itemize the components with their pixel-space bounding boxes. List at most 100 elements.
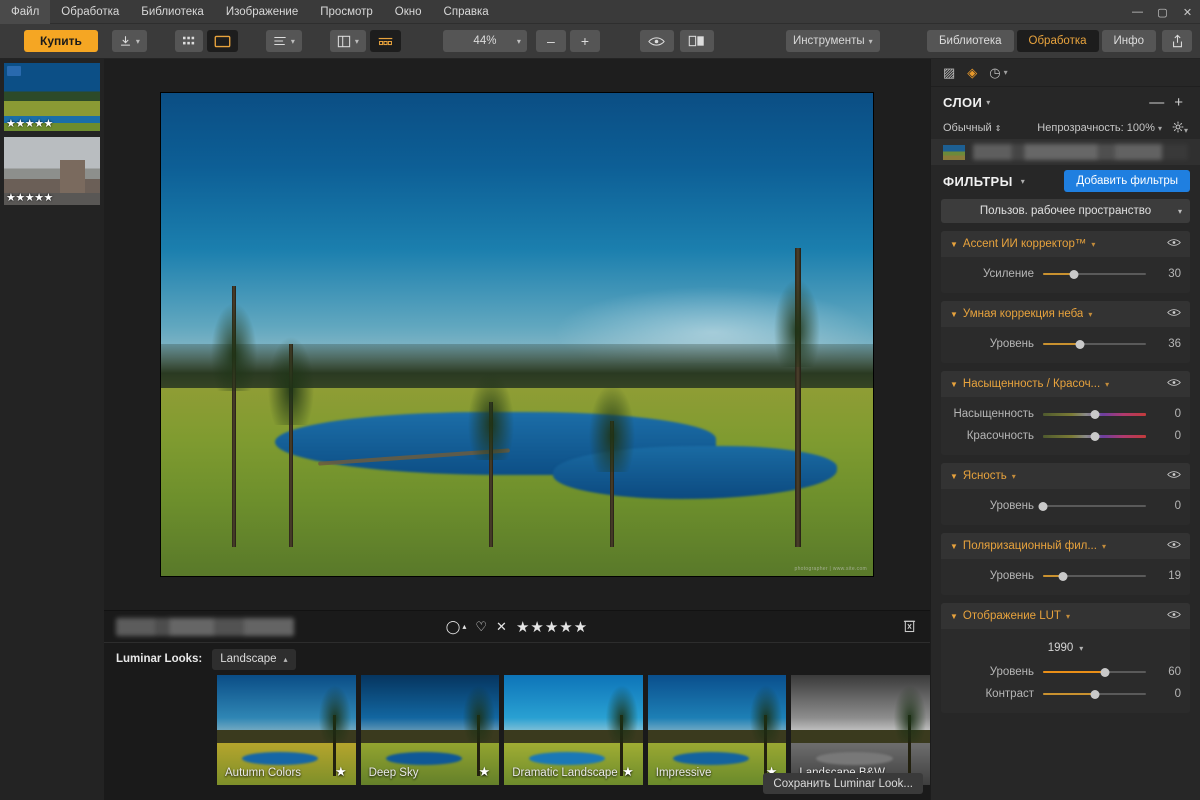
minimize-button[interactable]: — (1125, 0, 1150, 24)
slider-handle[interactable] (1069, 269, 1079, 279)
chevron-down-icon[interactable]: ▾ (986, 98, 990, 107)
tab-0[interactable]: Библиотека (926, 30, 1014, 52)
looks-category-select[interactable]: Landscape ▴ (212, 648, 296, 670)
slider-row-3-0[interactable]: Уровень 0 (950, 495, 1181, 517)
filmstrip-panel[interactable]: ★★★★★ ★★★★★ (0, 59, 104, 800)
filmstrip-button[interactable] (369, 30, 401, 52)
slider-track[interactable] (1043, 268, 1146, 280)
slider-handle[interactable] (1075, 339, 1085, 349)
disclosure-triangle-icon[interactable]: ▼ (950, 612, 958, 621)
tab-2[interactable]: Инфо (1101, 30, 1156, 52)
slider-handle[interactable] (1038, 501, 1048, 511)
slider-handle[interactable] (1090, 409, 1099, 419)
filter-visibility-icon[interactable] (1167, 540, 1181, 552)
slider-track[interactable] (1043, 688, 1146, 700)
filter-visibility-icon[interactable] (1167, 238, 1181, 250)
chevron-down-icon[interactable]: ▾ (1102, 542, 1106, 551)
slider-row-2-1[interactable]: Красочность 0 (950, 425, 1181, 447)
look-item-3[interactable]: Impressive ★ (647, 675, 787, 785)
grid-view-button[interactable] (174, 30, 203, 52)
disclosure-triangle-icon[interactable]: ▼ (950, 472, 958, 481)
chevron-down-icon[interactable]: ▾ (1091, 240, 1095, 249)
slider-handle[interactable] (1090, 431, 1099, 441)
menu-item-3[interactable]: Изображение (215, 0, 309, 24)
slider-row-0-0[interactable]: Усиление 30 (950, 263, 1181, 285)
photo-preview[interactable]: photographer | www.site.com (161, 93, 873, 576)
layers-icon[interactable]: ◈ (967, 65, 977, 81)
filter-visibility-icon[interactable] (1167, 610, 1181, 622)
slider-handle[interactable] (1100, 667, 1110, 677)
filter-visibility-icon[interactable] (1167, 470, 1181, 482)
zoom-in-button[interactable]: + (569, 30, 600, 52)
looks-thumbnail-row[interactable]: Autumn Colors ★ Deep Sky ★ Dramatic Landscap… (104, 675, 930, 785)
slider-track[interactable] (1043, 408, 1146, 420)
disclosure-triangle-icon[interactable]: ▼ (950, 380, 958, 389)
slider-row-1-0[interactable]: Уровень 36 (950, 333, 1181, 355)
tab-1[interactable]: Обработка (1016, 30, 1099, 52)
look-favorite-icon[interactable]: ★ (335, 764, 347, 780)
slider-row-4-0[interactable]: Уровень 19 (950, 565, 1181, 587)
slider-row-2-0[interactable]: Насыщенность 0 (950, 403, 1181, 425)
export-button[interactable]: ▾ (111, 30, 147, 52)
image-canvas[interactable]: photographer | www.site.com (104, 59, 930, 610)
close-button[interactable]: ✕ (1175, 0, 1200, 24)
layer-settings-button[interactable]: ▾ (1172, 121, 1188, 136)
look-item-4[interactable]: Landscape B&W (791, 675, 930, 785)
filter-header-4[interactable]: ▼ Поляризационный фил... ▾ (941, 533, 1190, 559)
flag-caret-icon[interactable]: ▴ (462, 622, 466, 631)
filter-header-5[interactable]: ▼ Отображение LUT ▾ (941, 603, 1190, 629)
look-favorite-icon[interactable]: ★ (622, 764, 634, 780)
filter-header-1[interactable]: ▼ Умная коррекция неба ▾ (941, 301, 1190, 327)
blend-mode-select[interactable]: Обычный ⇕ (943, 122, 1001, 134)
workspace-select[interactable]: Пользов. рабочее пространство ▾ (941, 199, 1190, 223)
opacity-select[interactable]: Непрозрачность: 100% ▾ (1037, 122, 1162, 134)
delete-icon[interactable] (903, 618, 916, 636)
filmstrip-item-1[interactable]: ★★★★★ (4, 137, 100, 205)
slider-track[interactable] (1043, 338, 1146, 350)
tools-menu-button[interactable]: Инструменты ▾ (785, 30, 880, 52)
preview-toggle-button[interactable] (639, 30, 674, 52)
add-layer-button[interactable]: + (1169, 94, 1188, 111)
disclosure-triangle-icon[interactable]: ▼ (950, 310, 958, 319)
single-view-button[interactable] (206, 30, 238, 52)
look-item-0[interactable]: Autumn Colors ★ (217, 675, 356, 785)
look-item-2[interactable]: Dramatic Landscape ★ (504, 675, 643, 785)
slider-track[interactable] (1043, 666, 1146, 678)
menu-item-6[interactable]: Справка (433, 0, 500, 24)
maximize-button[interactable]: ▢ (1150, 0, 1175, 24)
compare-button[interactable] (679, 30, 714, 52)
chevron-down-icon[interactable]: ▾ (1066, 612, 1070, 621)
share-button[interactable] (1162, 30, 1192, 52)
sort-button[interactable]: ▾ (265, 30, 302, 52)
menu-item-2[interactable]: Библиотека (130, 0, 215, 24)
favorite-icon[interactable]: ♡ (475, 619, 487, 635)
flag-icon[interactable]: ◯ (446, 619, 461, 635)
slider-track[interactable] (1038, 500, 1146, 512)
slider-track[interactable] (1043, 430, 1146, 442)
chevron-down-icon[interactable]: ▾ (1012, 472, 1016, 481)
filter-visibility-icon[interactable] (1167, 378, 1181, 390)
chevron-down-icon[interactable]: ▾ (1088, 310, 1092, 319)
menu-item-1[interactable]: Обработка (50, 0, 130, 24)
histogram-icon[interactable]: ▨ (943, 65, 955, 81)
remove-layer-button[interactable]: — (1144, 94, 1169, 111)
save-look-button[interactable]: Сохранить Luminar Look... (763, 773, 923, 794)
menu-item-0[interactable]: Файл (0, 0, 51, 24)
history-icon[interactable]: ◷ ▾ (989, 65, 1007, 81)
zoom-out-button[interactable]: – (535, 30, 566, 52)
slider-handle[interactable] (1058, 571, 1068, 581)
lut-preset-select[interactable]: 1990 ▾ (950, 635, 1181, 661)
slider-handle[interactable] (1090, 689, 1099, 699)
filter-header-2[interactable]: ▼ Насыщенность / Красоч... ▾ (941, 371, 1190, 397)
menu-item-5[interactable]: Окно (384, 0, 433, 24)
buy-button[interactable]: Купить (24, 30, 98, 52)
slider-track[interactable] (1043, 570, 1146, 582)
menu-item-4[interactable]: Просмотр (309, 0, 384, 24)
filter-header-3[interactable]: ▼ Ясность ▾ (941, 463, 1190, 489)
disclosure-triangle-icon[interactable]: ▼ (950, 240, 958, 249)
chevron-down-icon[interactable]: ▾ (1105, 380, 1109, 389)
layer-item[interactable] (931, 139, 1200, 165)
filter-visibility-icon[interactable] (1167, 308, 1181, 320)
filmstrip-item-0[interactable]: ★★★★★ (4, 63, 100, 131)
look-favorite-icon[interactable]: ★ (479, 764, 491, 780)
